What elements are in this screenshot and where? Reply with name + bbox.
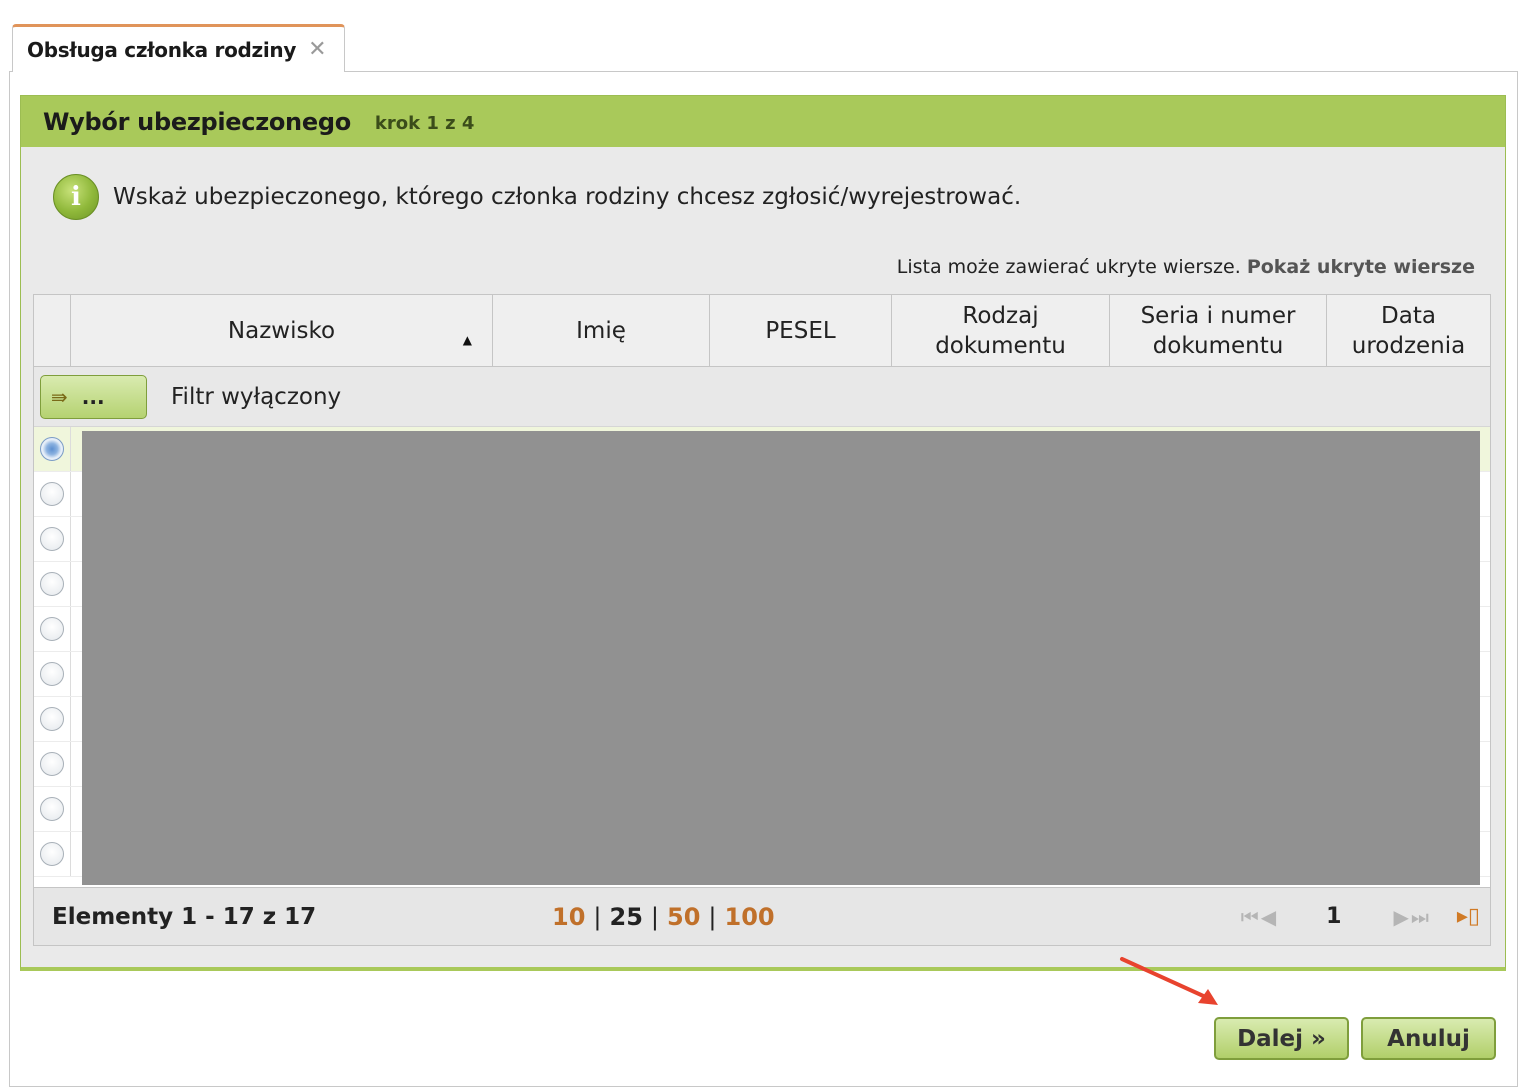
column-header-document-number[interactable]: Seria i numer dokumentu — [1110, 295, 1327, 366]
row-radio[interactable] — [40, 707, 64, 731]
insured-grid: Nazwisko ▲ Imię PESEL Rodzaj dokumentu S… — [33, 294, 1491, 946]
last-page-icon[interactable]: ⏭ — [1411, 905, 1429, 929]
sort-ascending-icon: ▲ — [462, 333, 472, 347]
tab-label: Obsługa członka rodziny — [27, 37, 297, 62]
first-page-icon[interactable]: ⏮ — [1241, 905, 1259, 929]
page-size-25: 25 — [609, 902, 643, 931]
annotation-arrow-icon — [1120, 957, 1218, 1005]
tab-family-member[interactable]: Obsługa członka rodziny ✕ — [12, 24, 345, 72]
grid-footer: Elementy 1 - 17 z 17 10 | 25 | 50 | 100 … — [34, 887, 1490, 945]
row-radio[interactable] — [40, 662, 64, 686]
pagination: ⏮ ◀ 1 ▶ ⏭ ▸▯ — [1241, 904, 1480, 929]
next-button[interactable]: Dalej » — [1214, 1017, 1349, 1060]
current-page: 1 — [1326, 904, 1342, 929]
wizard-panel: Wybór ubezpieczonego krok 1 z 4 i Wskaż … — [20, 95, 1506, 971]
redaction-overlay — [82, 431, 1480, 885]
info-message: i Wskaż ubezpieczonego, którego członka … — [53, 174, 1021, 220]
row-radio[interactable] — [40, 527, 64, 551]
show-hidden-rows-link[interactable]: Pokaż ukryte wiersze — [1247, 256, 1475, 278]
hidden-rows-notice: Lista może zawierać ukryte wiersze. Poka… — [897, 256, 1475, 278]
row-radio[interactable] — [40, 437, 64, 461]
grid-header: Nazwisko ▲ Imię PESEL Rodzaj dokumentu S… — [34, 295, 1490, 367]
close-icon[interactable]: ✕ — [308, 38, 326, 61]
filter-icon: ⇛ — [51, 384, 68, 409]
page-size-selector: 10 | 25 | 50 | 100 — [552, 902, 775, 931]
row-radio[interactable] — [40, 752, 64, 776]
item-count: Elementy 1 - 17 z 17 — [52, 903, 317, 930]
row-radio[interactable] — [40, 572, 64, 596]
row-radio[interactable] — [40, 617, 64, 641]
column-header-document-type[interactable]: Rodzaj dokumentu — [892, 295, 1110, 366]
panel-header: Wybór ubezpieczonego krok 1 z 4 — [21, 96, 1505, 147]
row-radio[interactable] — [40, 842, 64, 866]
prev-page-icon[interactable]: ◀ — [1261, 905, 1276, 929]
step-indicator: krok 1 z 4 — [374, 113, 475, 134]
column-header-pesel[interactable]: PESEL — [710, 295, 892, 366]
column-header-surname[interactable]: Nazwisko ▲ — [71, 295, 493, 366]
panel-title: Wybór ubezpieczonego — [43, 107, 351, 136]
header-select — [34, 295, 71, 366]
column-header-first-name[interactable]: Imię — [493, 295, 710, 366]
page-size-50[interactable]: 50 — [667, 903, 700, 931]
cancel-button[interactable]: Anuluj — [1361, 1017, 1496, 1060]
export-icon[interactable]: ▸▯ — [1457, 904, 1480, 929]
grid-body — [34, 427, 1490, 889]
filter-status: Filtr wyłączony — [171, 383, 342, 410]
row-radio[interactable] — [40, 482, 64, 506]
info-icon: i — [53, 174, 99, 220]
filter-button[interactable]: ⇛ ... — [40, 374, 147, 419]
page-size-100[interactable]: 100 — [725, 903, 775, 931]
column-header-birth-date[interactable]: Data urodzenia — [1327, 295, 1490, 366]
row-radio[interactable] — [40, 797, 64, 821]
next-page-icon[interactable]: ▶ — [1393, 905, 1408, 929]
filter-row: ⇛ ... Filtr wyłączony — [34, 367, 1490, 427]
page-size-10[interactable]: 10 — [552, 903, 585, 931]
hidden-rows-text: Lista może zawierać ukryte wiersze. — [896, 256, 1241, 278]
info-text: Wskaż ubezpieczonego, którego członka ro… — [113, 184, 1022, 210]
